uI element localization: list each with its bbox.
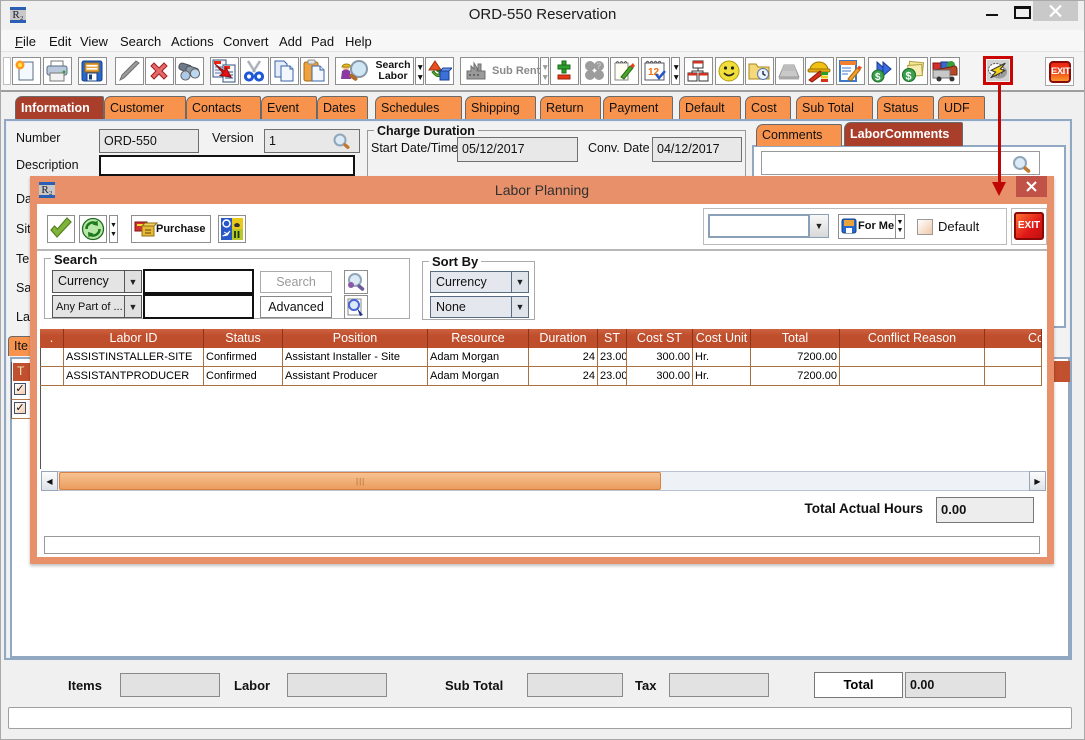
svg-text:$: $ — [875, 72, 881, 83]
svg-text:$: $ — [906, 71, 912, 83]
svg-text:?: ? — [596, 61, 602, 71]
